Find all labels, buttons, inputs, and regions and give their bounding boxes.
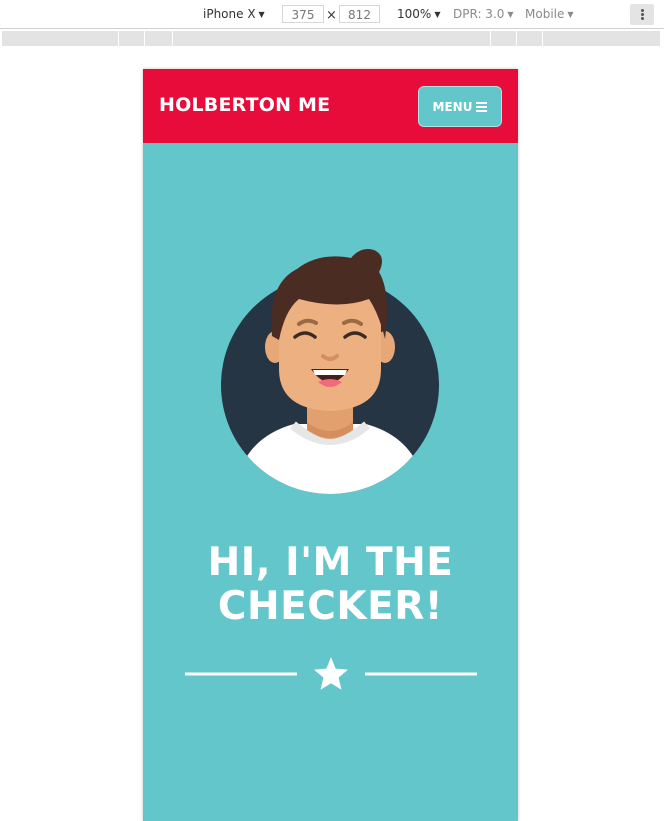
dpr-selector[interactable]: DPR: 3.0 ▼ — [453, 7, 514, 21]
hamburger-icon — [476, 101, 488, 112]
avatar — [221, 249, 439, 494]
site-logo[interactable]: HOLBERTON ME — [159, 94, 330, 116]
headline-line-1: HI, I'M THE — [207, 540, 454, 585]
star-divider — [185, 657, 477, 690]
height-input[interactable]: 812 — [339, 5, 380, 23]
mode-value: Mobile — [525, 7, 565, 21]
chevron-down-icon: ▼ — [258, 10, 265, 19]
zoom-selector[interactable]: 100% ▼ — [397, 7, 440, 21]
site-header: HOLBERTON ME MENU — [143, 69, 518, 143]
headline-line-2: CHECKER! — [217, 584, 444, 629]
media-query-bar[interactable] — [2, 31, 660, 46]
star-icon — [314, 657, 348, 690]
chevron-down-icon: ▼ — [434, 10, 441, 19]
menu-label: MENU — [432, 99, 473, 114]
chevron-down-icon: ▼ — [507, 10, 514, 19]
devtools-device-toolbar: iPhone X ▼ 375 × 812 100% ▼ DPR: 3.0 ▼ Mobi… — [0, 0, 664, 29]
more-options-icon[interactable] — [630, 4, 654, 25]
zoom-value: 100% — [397, 7, 432, 21]
width-input[interactable]: 375 — [282, 5, 324, 23]
device-selector[interactable]: iPhone X ▼ — [203, 7, 265, 21]
device-viewport: HOLBERTON ME MENU HI, I'M THE CHECKER! — [143, 69, 518, 821]
chevron-down-icon: ▼ — [567, 10, 574, 19]
menu-button[interactable]: MENU — [418, 86, 502, 127]
hero-headline: HI, I'M THE CHECKER! — [143, 541, 518, 629]
dimension-separator: × — [326, 8, 337, 23]
dpr-value: DPR: 3.0 — [453, 7, 505, 21]
mode-selector[interactable]: Mobile ▼ — [525, 7, 574, 21]
device-name: iPhone X — [203, 7, 256, 21]
